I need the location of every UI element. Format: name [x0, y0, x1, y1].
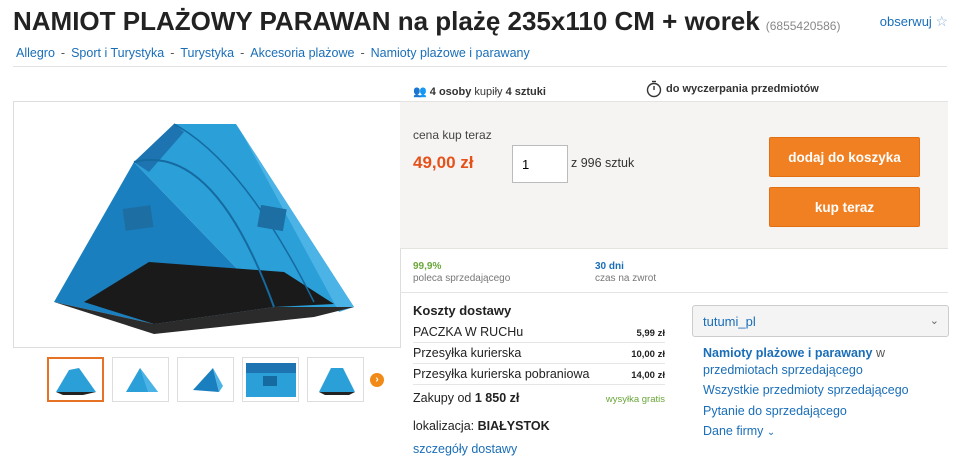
breadcrumb: Allegro - Sport i Turystyka - Turystyka - Akce… — [16, 46, 530, 60]
bought-word: kupiły — [474, 86, 503, 98]
quantity-input[interactable] — [512, 145, 568, 183]
price-label: cena kup teraz — [413, 128, 492, 142]
thumbnail-2[interactable] — [112, 357, 169, 402]
location-label: lokalizacja: — [413, 419, 475, 433]
product-title: NAMIOT PLAŻOWY PARAWAN na plażę 235x110 … — [13, 6, 840, 37]
seller-category-suffix: w — [875, 346, 886, 360]
shipping-row: PACZKA W RUCHu 5,99 zł — [413, 322, 665, 343]
thumbnail-3[interactable] — [177, 357, 234, 402]
shipping-price: 14,00 zł — [631, 370, 665, 381]
company-data-link[interactable]: Dane firmy ⌄ — [703, 423, 943, 442]
location-value: BIAŁYSTOK — [477, 419, 550, 433]
purchase-stats: 👥 4 osoby kupiły 4 sztuki — [413, 85, 546, 98]
shipping-heading: Koszty dostawy — [413, 303, 512, 318]
free-shipping-amount: 1 850 zł — [474, 391, 520, 405]
product-title-text: NAMIOT PLAŻOWY PARAWAN na plażę 235x110 … — [13, 6, 760, 36]
shipping-method: Przesyłka kurierska — [413, 346, 522, 360]
seller-category-suffix2[interactable]: przedmiotach sprzedającego — [703, 363, 863, 377]
pieces-count: 4 sztuki — [505, 86, 546, 98]
thumbnail-4[interactable] — [242, 357, 299, 402]
shipping-row: Przesyłka kurierska 10,00 zł — [413, 343, 665, 364]
seller-category-item: Namioty plażowe i parawany w przedmiotac… — [703, 345, 943, 378]
breadcrumb-akcesoria[interactable]: Akcesoria plażowe — [250, 46, 354, 60]
shipping-row: Przesyłka kurierska pobraniowa 14,00 zł — [413, 364, 665, 385]
price: 49,00 zł — [413, 153, 474, 172]
stock-count: z 996 sztuk — [571, 156, 635, 170]
breadcrumb-namioty[interactable]: Namioty plażowe i parawany — [371, 46, 530, 60]
chevron-down-icon: ⌄ — [766, 427, 776, 438]
breadcrumb-allegro[interactable]: Allegro — [16, 46, 55, 60]
watch-label: obserwuj — [879, 14, 932, 29]
tent-image — [54, 123, 354, 334]
shipping-price: 10,00 zł — [631, 349, 665, 360]
seller-dropdown[interactable]: tutumi_pl ⌄ — [692, 305, 949, 337]
breadcrumb-turystyka[interactable]: Turystyka — [180, 46, 234, 60]
availability-text: do wyczerpania przedmiotów — [666, 83, 819, 95]
thumbnail-1[interactable] — [47, 357, 104, 402]
timer-icon — [646, 80, 662, 98]
seller-links: Namioty plażowe i parawany w przedmiotac… — [703, 345, 943, 446]
watch-button[interactable]: obserwuj ☆ — [880, 13, 948, 30]
chevron-right-icon[interactable]: › — [370, 372, 384, 387]
buyers-count: 4 osoby — [429, 86, 472, 98]
product-id: (6855420586) — [765, 19, 841, 33]
returns-value: 30 dni — [595, 261, 624, 272]
divider — [400, 292, 948, 293]
ask-seller-link[interactable]: Pytanie do sprzedającego — [703, 403, 943, 420]
breadcrumb-sport[interactable]: Sport i Turystyka — [71, 46, 164, 60]
all-items-link[interactable]: Wszystkie przedmioty sprzedającego — [703, 382, 943, 399]
free-shipping-prefix: Zakupy od — [413, 391, 472, 405]
add-to-cart-button[interactable]: dodaj do koszyka — [769, 137, 920, 177]
thumbnail-5[interactable] — [307, 357, 364, 402]
seller-category-link[interactable]: Namioty plażowe i parawany — [703, 346, 873, 360]
seller-name: tutumi_pl — [703, 314, 756, 329]
returns-label: czas na zwrot — [595, 273, 657, 284]
availability: do wyczerpania przedmiotów — [646, 80, 819, 98]
location: lokalizacja: BIAŁYSTOK — [413, 419, 550, 433]
divider — [13, 66, 947, 67]
star-icon: ☆ — [935, 13, 948, 29]
buy-now-button[interactable]: kup teraz — [769, 187, 920, 227]
thumbnail-strip: › — [47, 357, 384, 402]
seller-rating: 99,9% poleca sprzedającego — [413, 261, 510, 285]
chevron-down-icon: ⌄ — [929, 315, 939, 327]
main-product-image[interactable] — [13, 101, 401, 348]
rating-value: 99,9% — [413, 261, 442, 272]
shipping-details-link[interactable]: szczegóły dostawy — [413, 442, 517, 456]
shipping-price: 5,99 zł — [636, 328, 665, 339]
buy-box: cena kup teraz 49,00 zł z 996 sztuk doda… — [400, 101, 948, 249]
free-shipping-label: wysyłka gratis — [605, 394, 665, 405]
rating-label: poleca sprzedającego — [413, 273, 511, 284]
return-period: 30 dni czas na zwrot — [595, 261, 656, 285]
company-data-label: Dane firmy — [703, 424, 764, 438]
shipping-method: Przesyłka kurierska pobraniowa — [413, 367, 590, 381]
free-shipping-row: Zakupy od 1 850 zł wysyłka gratis — [413, 388, 665, 409]
people-icon: 👥 — [413, 86, 427, 98]
shipping-method: PACZKA W RUCHu — [413, 325, 524, 339]
shipping-costs: Koszty dostawy PACZKA W RUCHu 5,99 zł Pr… — [413, 303, 665, 409]
